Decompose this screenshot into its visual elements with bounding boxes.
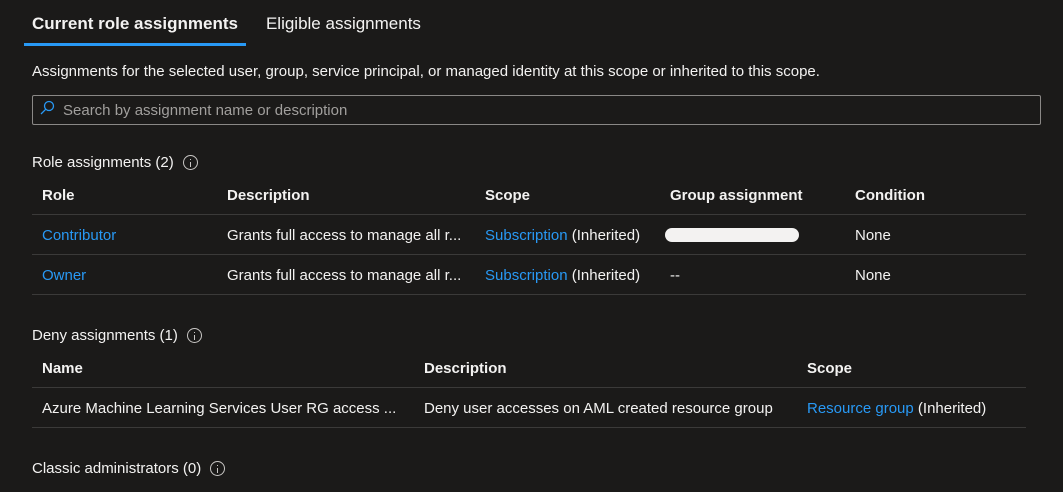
- classic-administrators-heading: Classic administrators (0): [32, 460, 226, 477]
- deny-assignments-table: Name Description Scope Azure Machine Lea…: [32, 350, 1026, 428]
- column-header-group-assignment[interactable]: Group assignment: [670, 177, 803, 215]
- role-description: Grants full access to manage all r...: [227, 267, 462, 284]
- page-description: Assignments for the selected user, group…: [32, 63, 820, 80]
- info-icon[interactable]: [182, 155, 198, 170]
- scope-link[interactable]: Subscription: [485, 267, 568, 284]
- column-header-name[interactable]: Name: [42, 350, 83, 388]
- deny-assignments-title: Deny assignments (1): [32, 327, 178, 344]
- redacted-group-assignment: [665, 227, 799, 242]
- search-icon: [39, 100, 55, 120]
- table-header-row: Name Description Scope: [32, 350, 1026, 388]
- tab-bar: Current role assignments Eligible assign…: [24, 0, 429, 46]
- deny-assignment-name[interactable]: Azure Machine Learning Services User RG …: [42, 388, 412, 430]
- deny-assignment-description: Deny user accesses on AML created resour…: [424, 400, 773, 417]
- role-link-contributor[interactable]: Contributor: [42, 227, 116, 244]
- column-header-condition[interactable]: Condition: [855, 177, 925, 215]
- role-assignments-title: Role assignments (2): [32, 154, 174, 171]
- scope-link[interactable]: Resource group: [807, 400, 914, 417]
- tab-current-role-assignments[interactable]: Current role assignments: [24, 0, 246, 46]
- column-header-description[interactable]: Description: [424, 350, 507, 388]
- role-assignments-table: Role Description Scope Group assignment …: [32, 177, 1026, 295]
- info-icon[interactable]: [186, 328, 202, 343]
- role-link-owner[interactable]: Owner: [42, 267, 86, 284]
- scope-link[interactable]: Subscription: [485, 227, 568, 244]
- scope-suffix: (Inherited): [917, 400, 987, 417]
- column-header-description[interactable]: Description: [227, 177, 310, 215]
- table-header-row: Role Description Scope Group assignment …: [32, 177, 1026, 215]
- search-input[interactable]: [63, 101, 963, 119]
- role-assignments-heading: Role assignments (2): [32, 154, 198, 171]
- column-header-scope[interactable]: Scope: [485, 177, 530, 215]
- deny-assignments-heading: Deny assignments (1): [32, 327, 202, 344]
- info-icon[interactable]: [210, 461, 226, 476]
- table-row: Azure Machine Learning Services User RG …: [32, 388, 1026, 428]
- role-description: Grants full access to manage all r...: [227, 227, 462, 244]
- group-assignment-value: --: [670, 267, 680, 284]
- table-row: Contributor Grants full access to manage…: [32, 215, 1026, 255]
- search-box[interactable]: [32, 95, 1041, 125]
- scope-suffix: (Inherited): [571, 227, 641, 244]
- table-row: Owner Grants full access to manage all r…: [32, 255, 1026, 295]
- column-header-role[interactable]: Role: [42, 177, 75, 215]
- classic-administrators-title: Classic administrators (0): [32, 460, 202, 477]
- column-header-scope[interactable]: Scope: [807, 350, 852, 388]
- condition-value: None: [855, 267, 891, 284]
- tab-eligible-assignments[interactable]: Eligible assignments: [258, 0, 429, 46]
- condition-value: None: [855, 227, 891, 244]
- scope-suffix: (Inherited): [571, 267, 641, 284]
